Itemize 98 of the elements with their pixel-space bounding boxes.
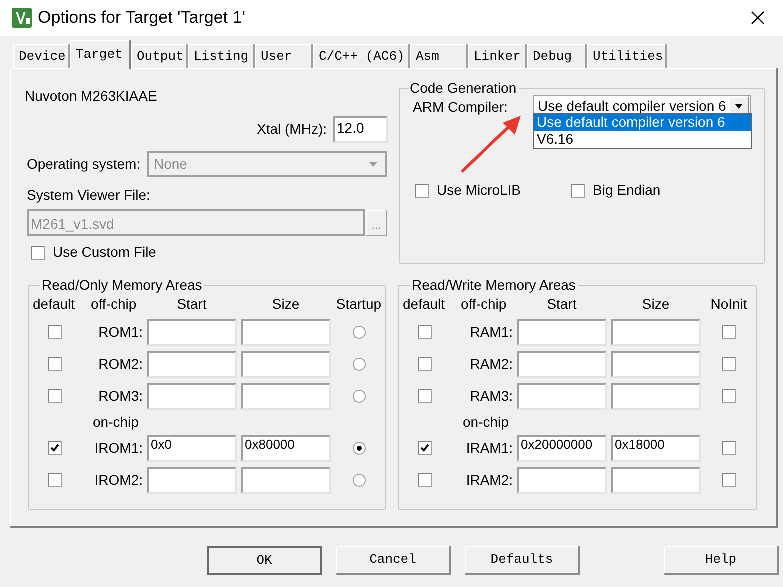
caret-icon bbox=[369, 162, 378, 166]
row-label: IROM1: bbox=[94, 438, 143, 458]
annotation-arrow bbox=[460, 116, 521, 174]
tab[interactable]: Asm bbox=[410, 44, 468, 68]
dialog-button[interactable]: Help bbox=[664, 546, 779, 575]
checkbox[interactable] bbox=[418, 357, 432, 371]
row-label: RAM2: bbox=[469, 354, 513, 374]
input-field[interactable] bbox=[517, 350, 607, 378]
input-field[interactable] bbox=[147, 382, 237, 410]
column-header: default bbox=[33, 295, 76, 314]
dropdown-option[interactable]: Use default compiler version 6 bbox=[534, 114, 751, 131]
row-label: IRAM2: bbox=[465, 470, 513, 490]
field-label: Xtal (MHz): bbox=[257, 120, 327, 139]
checkbox[interactable] bbox=[722, 473, 736, 487]
column-header: NoInit bbox=[710, 295, 748, 314]
input-field[interactable] bbox=[147, 318, 237, 346]
input-field[interactable]: 0x0 bbox=[147, 434, 237, 462]
group-title: Read/Only Memory Areas bbox=[41, 278, 204, 292]
device-name: Nuvoton M263KIAAE bbox=[25, 88, 158, 105]
section-label: on-chip bbox=[462, 413, 510, 432]
row-label: ROM1: bbox=[98, 322, 143, 342]
section-label: on-chip bbox=[92, 413, 140, 432]
field-label: ARM Compiler: bbox=[413, 98, 509, 117]
column-header: off-chip bbox=[90, 295, 138, 314]
checkbox-label: Use MicroLIB bbox=[437, 181, 522, 200]
input-field[interactable] bbox=[147, 350, 237, 378]
column-header: off-chip bbox=[460, 295, 508, 314]
checkbox[interactable] bbox=[31, 246, 45, 260]
group-title: Read/Write Memory Areas bbox=[411, 278, 577, 292]
checkbox[interactable] bbox=[48, 357, 62, 371]
input-field[interactable] bbox=[611, 466, 701, 494]
close-icon[interactable] bbox=[751, 11, 765, 25]
tab[interactable]: User bbox=[255, 44, 313, 68]
row-label: RAM1: bbox=[469, 322, 513, 342]
checkbox[interactable] bbox=[418, 325, 432, 339]
input-field[interactable] bbox=[241, 382, 331, 410]
input-field[interactable]: 0x80000 bbox=[241, 434, 331, 462]
field-label: Operating system: bbox=[27, 154, 142, 174]
tab[interactable]: Output bbox=[131, 44, 188, 68]
window-title: Options for Target 'Target 1' bbox=[38, 7, 246, 30]
tab[interactable]: Debug bbox=[527, 44, 587, 68]
input-field[interactable] bbox=[517, 318, 607, 346]
dialog-button[interactable]: Defaults bbox=[465, 546, 580, 575]
checkbox[interactable] bbox=[48, 325, 62, 339]
row-label: ROM2: bbox=[98, 354, 143, 374]
input-field[interactable] bbox=[611, 318, 701, 346]
input-field[interactable] bbox=[611, 382, 701, 410]
tab[interactable]: Utilities bbox=[587, 44, 667, 68]
column-header: Start bbox=[176, 295, 208, 314]
checkbox[interactable] bbox=[418, 473, 432, 487]
input-field[interactable] bbox=[517, 466, 607, 494]
row-label: IROM2: bbox=[94, 470, 143, 490]
group-title: Code Generation bbox=[409, 81, 518, 95]
input-field[interactable]: 0x18000 bbox=[611, 434, 701, 462]
tab[interactable]: Device bbox=[13, 44, 70, 68]
input-field[interactable] bbox=[147, 466, 237, 494]
tab[interactable]: Target bbox=[70, 40, 131, 69]
column-header: Size bbox=[641, 295, 671, 314]
row-label: IRAM1: bbox=[465, 438, 513, 458]
dialog-button[interactable]: Cancel bbox=[336, 546, 451, 575]
input-field[interactable] bbox=[517, 382, 607, 410]
input-field[interactable]: 12.0 bbox=[333, 116, 388, 143]
input-field[interactable] bbox=[241, 466, 331, 494]
column-header: Startup bbox=[335, 295, 383, 314]
checkbox-label: Use Custom File bbox=[53, 243, 156, 262]
tab[interactable]: C/C++ (AC6) bbox=[313, 44, 410, 68]
checkbox[interactable] bbox=[48, 441, 62, 455]
radio-button[interactable] bbox=[352, 390, 366, 402]
input-field[interactable] bbox=[611, 350, 701, 378]
checkbox[interactable] bbox=[722, 357, 736, 371]
column-header: default bbox=[403, 295, 446, 314]
checkbox[interactable] bbox=[571, 184, 585, 198]
input-field[interactable]: 0x20000000 bbox=[517, 434, 607, 462]
checkbox[interactable] bbox=[722, 325, 736, 339]
row-label: RAM3: bbox=[469, 386, 513, 406]
row-label: ROM3: bbox=[98, 386, 143, 406]
dialog-button[interactable]: OK bbox=[207, 546, 322, 575]
checkbox[interactable] bbox=[415, 184, 429, 198]
checkbox[interactable] bbox=[418, 389, 432, 403]
field-label: System Viewer File: bbox=[27, 186, 152, 205]
input-field[interactable] bbox=[241, 350, 331, 378]
checkbox[interactable] bbox=[418, 441, 432, 455]
column-header: Size bbox=[271, 295, 301, 314]
app-icon bbox=[12, 8, 32, 28]
tab[interactable]: Linker bbox=[468, 44, 527, 68]
caret-icon bbox=[734, 104, 744, 110]
checkbox-label: Big Endian bbox=[593, 181, 661, 200]
checkbox[interactable] bbox=[722, 441, 736, 455]
checkbox[interactable] bbox=[722, 389, 736, 403]
input-field[interactable] bbox=[241, 318, 331, 346]
tab[interactable]: Listing bbox=[188, 44, 255, 68]
checkbox[interactable] bbox=[48, 389, 62, 403]
radio-button[interactable] bbox=[352, 358, 366, 370]
checkbox[interactable] bbox=[48, 473, 62, 487]
radio-button[interactable] bbox=[352, 442, 366, 454]
radio-button[interactable] bbox=[352, 474, 366, 486]
radio-button[interactable] bbox=[352, 326, 366, 338]
column-header: Start bbox=[546, 295, 578, 314]
